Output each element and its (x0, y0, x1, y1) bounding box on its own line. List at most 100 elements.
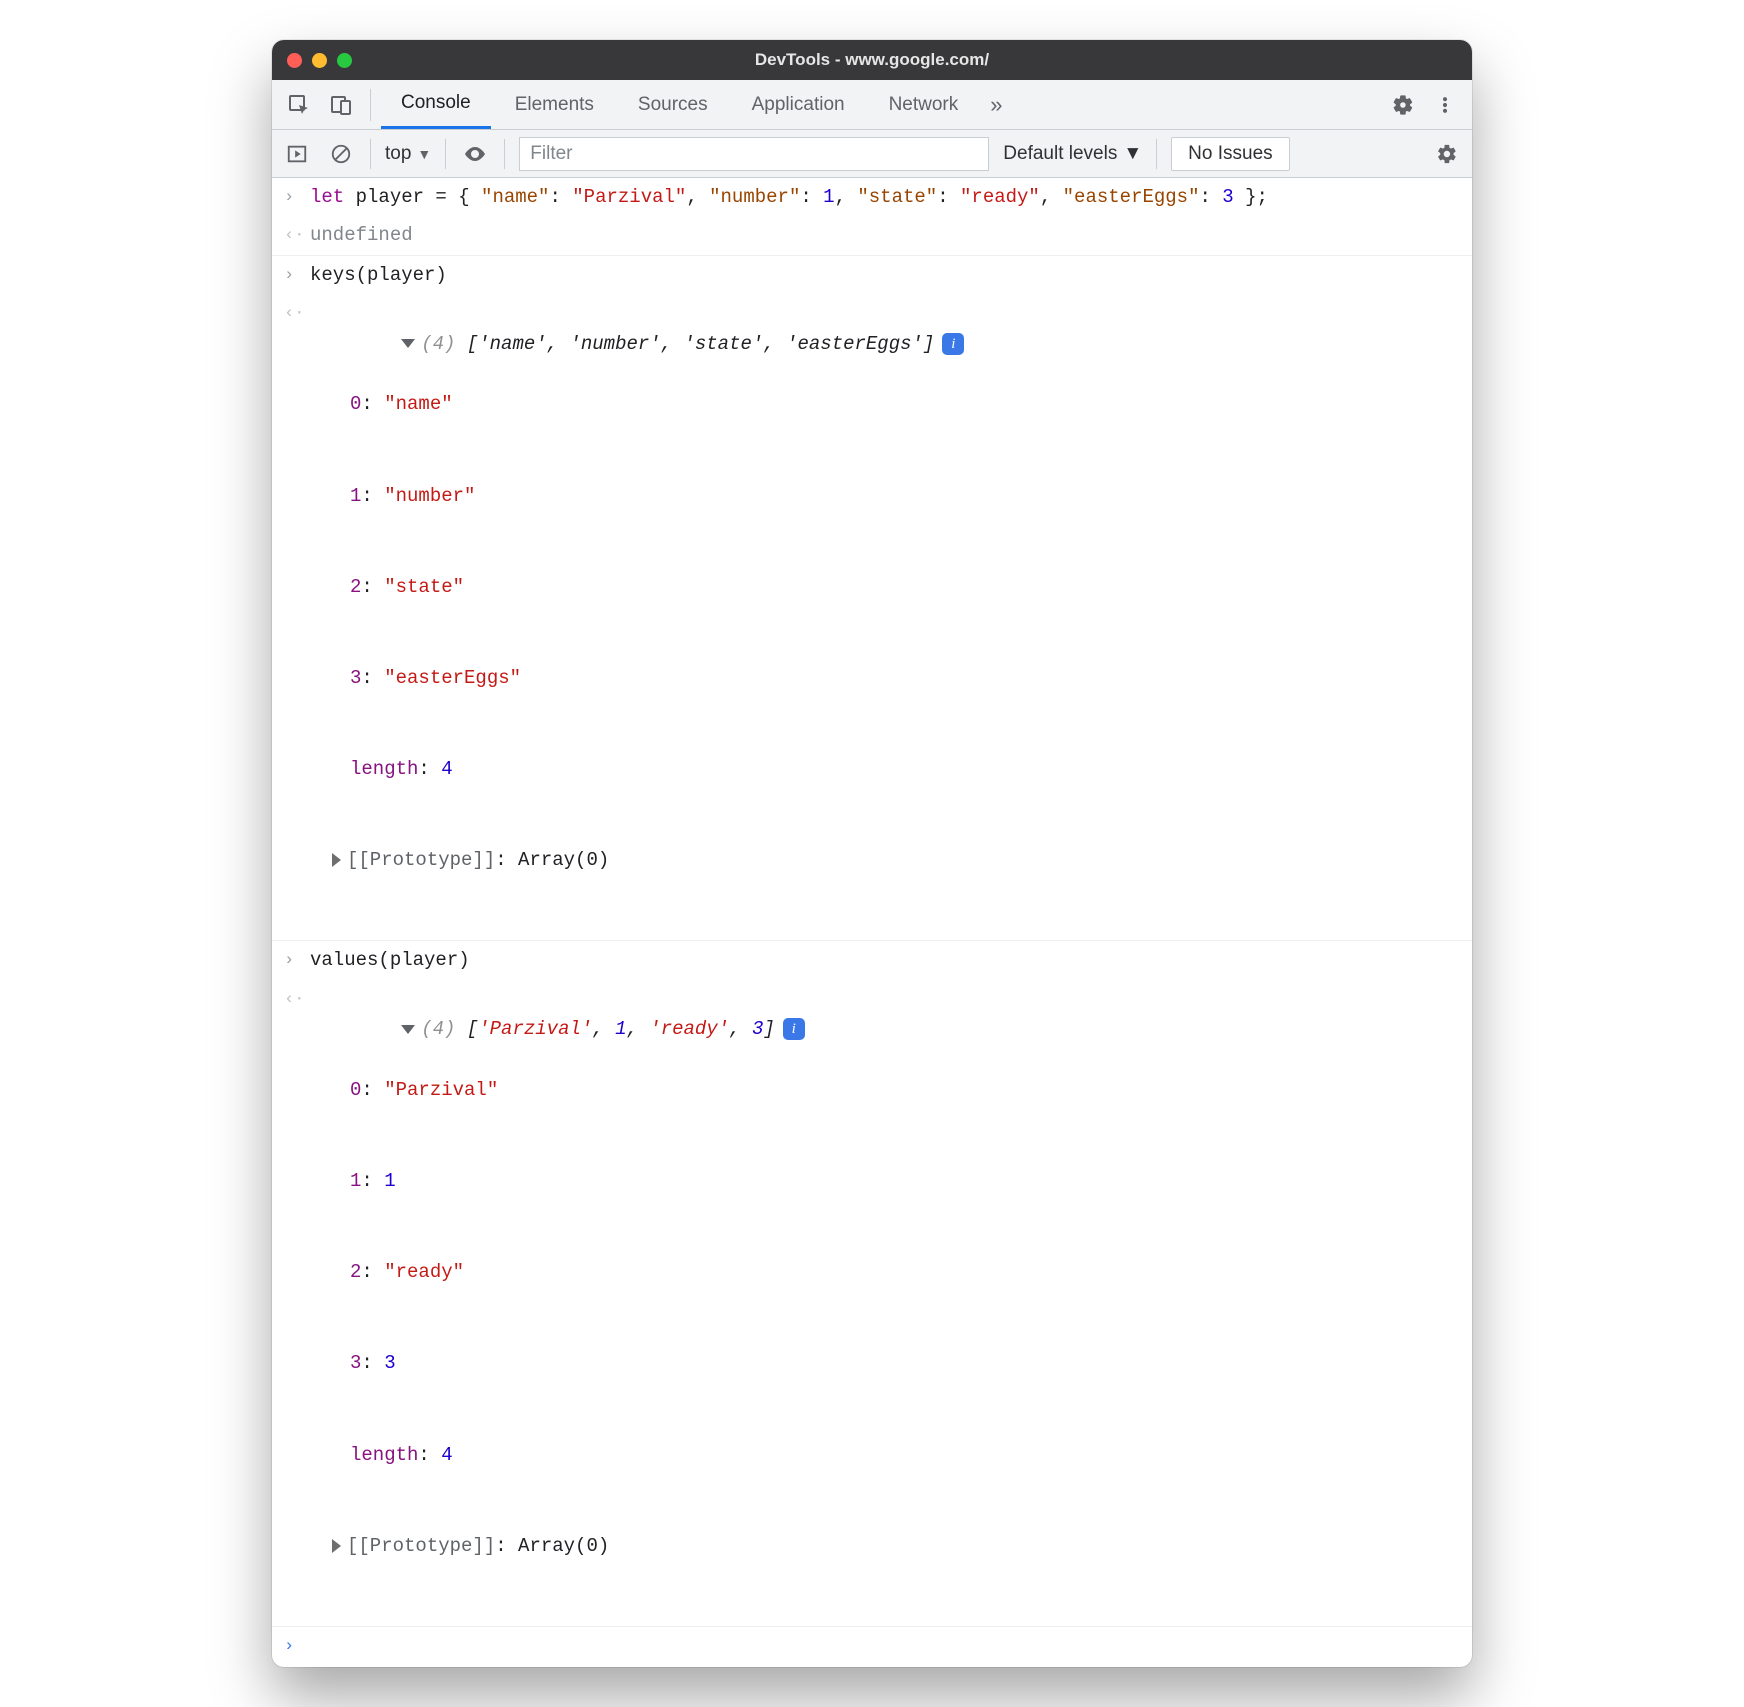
prototype-label: [[Prototype]] (347, 849, 495, 871)
array-index: 1 (350, 1170, 361, 1192)
code-token: "easterEggs" (1063, 186, 1200, 208)
result-icon: ‹· (284, 986, 304, 1013)
log-levels-selector[interactable]: Default levels ▼ (1003, 143, 1142, 165)
console-input-row[interactable]: › let player = { "name": "Parzival", "nu… (272, 178, 1472, 216)
prototype-value: Array(0) (518, 849, 609, 871)
context-label: top (385, 143, 411, 165)
code-token: : (800, 186, 823, 208)
toggle-sidebar-icon[interactable] (282, 139, 312, 169)
console-output-row: ‹· (4) ['Parzival', 1, 'ready', 3]i 0: "… (272, 980, 1472, 1627)
panel-tabs: Console Elements Sources Application Net… (272, 80, 1472, 130)
issues-button[interactable]: No Issues (1171, 137, 1289, 171)
code-token: "ready" (960, 186, 1040, 208)
prototype-value: Array(0) (518, 1535, 609, 1557)
code-token: player = { (344, 186, 481, 208)
expand-toggle-icon[interactable] (401, 1025, 415, 1034)
result-icon: ‹· (284, 300, 304, 327)
tab-application[interactable]: Application (732, 80, 865, 129)
array-index: 2 (350, 576, 361, 598)
devtools-window: DevTools - www.google.com/ Console Eleme… (272, 40, 1472, 1667)
code-token: , (686, 186, 709, 208)
context-selector[interactable]: top ▼ (385, 143, 431, 165)
code-token: "number" (709, 186, 800, 208)
info-icon[interactable]: i (942, 333, 964, 355)
console-toolbar: top ▼ Filter Default levels ▼ No Issues (272, 130, 1472, 178)
code-token: 3 (1222, 186, 1233, 208)
tab-elements[interactable]: Elements (495, 80, 614, 129)
array-count: (4) (421, 1018, 455, 1040)
array-value: "name" (384, 393, 452, 415)
array-index: 0 (350, 393, 361, 415)
console-output-row: ‹· undefined (272, 216, 1472, 255)
console-prompt-row[interactable]: › (272, 1627, 1472, 1667)
code-token: }; (1234, 186, 1268, 208)
array-summary-close: ] (763, 1018, 774, 1040)
code-token: let (310, 186, 344, 208)
array-index: 1 (350, 485, 361, 507)
levels-label: Default levels (1003, 143, 1117, 165)
tab-console[interactable]: Console (381, 80, 491, 129)
dropdown-arrow-icon: ▼ (1123, 143, 1142, 165)
console-output-row: ‹· (4) ['name', 'number', 'state', 'east… (272, 294, 1472, 941)
array-index: 3 (350, 1352, 361, 1374)
array-count: (4) (421, 333, 455, 355)
prompt-icon: › (284, 1633, 294, 1660)
array-summary-open: [ (455, 1018, 478, 1040)
length-key: length (350, 1444, 418, 1466)
inspect-element-icon[interactable] (280, 86, 318, 124)
separator (370, 89, 371, 121)
window-title: DevTools - www.google.com/ (272, 50, 1472, 70)
array-value: "number" (384, 485, 475, 507)
expand-toggle-icon[interactable] (332, 1539, 341, 1553)
tab-network[interactable]: Network (869, 80, 979, 129)
filter-input[interactable]: Filter (519, 137, 989, 171)
array-summary: ['name', 'number', 'state', 'easterEggs'… (455, 333, 934, 355)
array-value: "state" (384, 576, 464, 598)
dropdown-arrow-icon: ▼ (417, 146, 431, 162)
array-value: "ready" (384, 1261, 464, 1283)
expand-toggle-icon[interactable] (332, 853, 341, 867)
array-value: 3 (384, 1352, 395, 1374)
prototype-label: [[Prototype]] (347, 1535, 495, 1557)
more-tabs-icon[interactable]: » (982, 92, 1010, 118)
code-token: 1 (823, 186, 834, 208)
console-input-row[interactable]: › keys(player) (272, 256, 1472, 294)
separator (370, 139, 371, 169)
array-value: "easterEggs" (384, 667, 521, 689)
tab-sources[interactable]: Sources (618, 80, 728, 129)
length-value: 4 (441, 1444, 452, 1466)
filter-placeholder: Filter (530, 143, 572, 165)
separator (504, 139, 505, 169)
console-input-row[interactable]: › values(player) (272, 941, 1472, 979)
array-value: 1 (384, 1170, 395, 1192)
result-icon: ‹· (284, 222, 304, 249)
settings-gear-icon[interactable] (1384, 86, 1422, 124)
code-token: : (1199, 186, 1222, 208)
kebab-menu-icon[interactable] (1426, 86, 1464, 124)
code-token: "Parzival" (572, 186, 686, 208)
separator (1156, 139, 1157, 169)
undefined-value: undefined (310, 224, 413, 246)
length-key: length (350, 758, 418, 780)
array-value: "Parzival" (384, 1079, 498, 1101)
clear-console-icon[interactable] (326, 139, 356, 169)
expand-toggle-icon[interactable] (401, 339, 415, 348)
issues-label: No Issues (1188, 143, 1272, 165)
code-token: "state" (857, 186, 937, 208)
console-log: › let player = { "name": "Parzival", "nu… (272, 178, 1472, 1667)
code-token: , (835, 186, 858, 208)
prompt-icon: › (284, 262, 294, 289)
info-icon[interactable]: i (783, 1018, 805, 1040)
code-token: : (937, 186, 960, 208)
length-value: 4 (441, 758, 452, 780)
prompt-icon: › (284, 184, 294, 211)
device-toolbar-icon[interactable] (322, 86, 360, 124)
array-index: 0 (350, 1079, 361, 1101)
titlebar: DevTools - www.google.com/ (272, 40, 1472, 80)
code-token: , (1040, 186, 1063, 208)
code-token: values(player) (310, 949, 470, 971)
array-index: 2 (350, 1261, 361, 1283)
live-expression-eye-icon[interactable] (460, 139, 490, 169)
console-settings-gear-icon[interactable] (1432, 139, 1462, 169)
separator (445, 139, 446, 169)
